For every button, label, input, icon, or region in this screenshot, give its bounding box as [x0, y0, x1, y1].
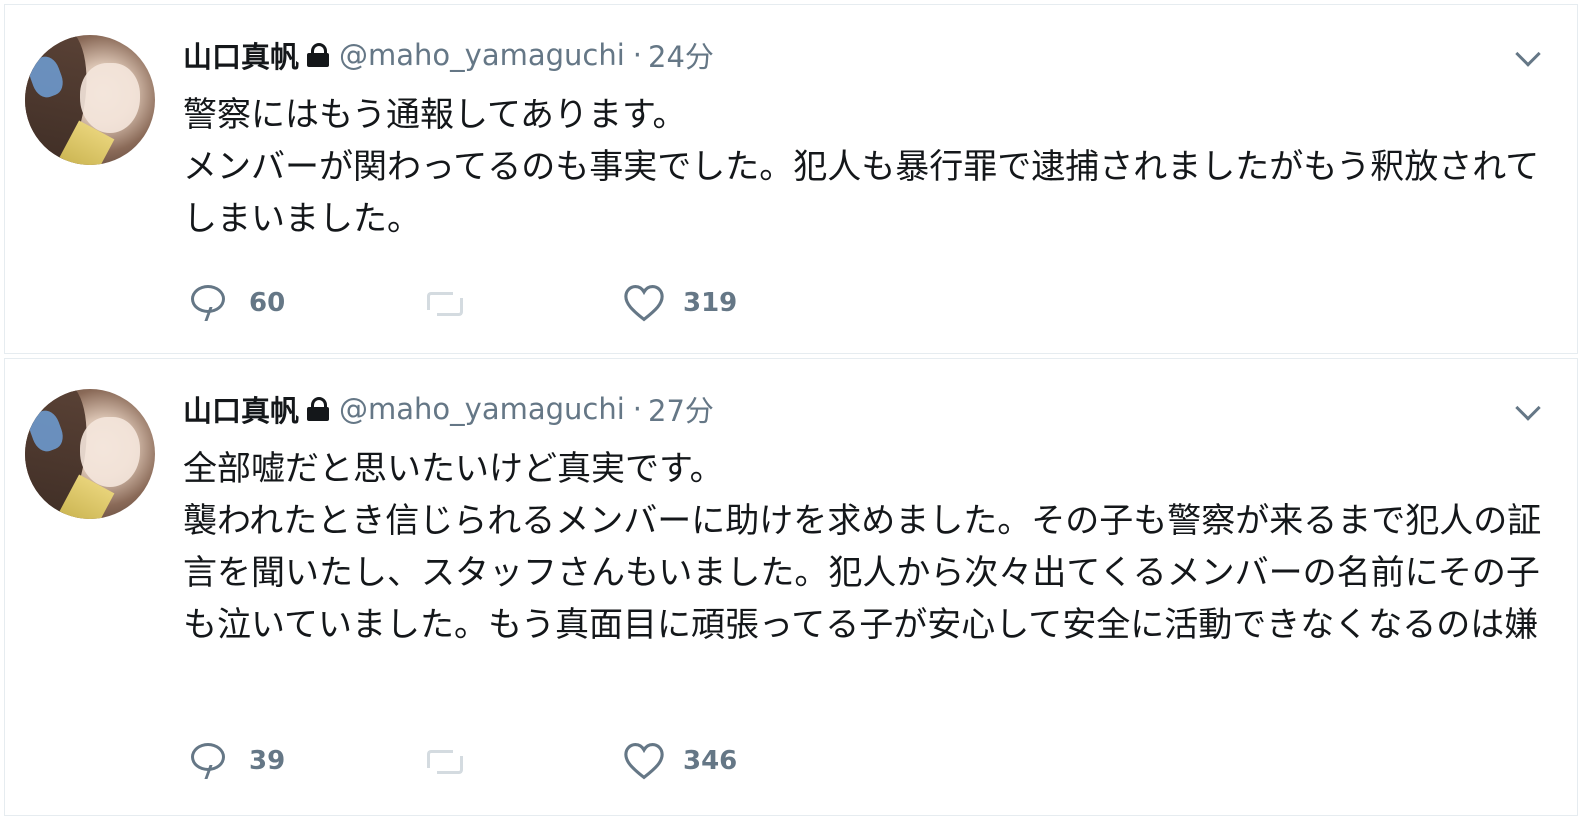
author-name[interactable]: 山口真帆 — [183, 388, 299, 430]
like-icon — [624, 743, 664, 780]
reply-count: 60 — [249, 288, 286, 318]
tweet-actions: 39 346 — [191, 741, 737, 781]
tweet-header: 山口真帆 @maho_yamaguchi · 24分 — [183, 33, 714, 77]
reply-count: 39 — [249, 746, 286, 776]
author-handle[interactable]: @maho_yamaguchi — [339, 38, 625, 72]
tweet-timeline: 山口真帆 @maho_yamaguchi · 24分 警察にはもう通報してありま… — [0, 0, 1582, 824]
lock-icon — [307, 397, 330, 421]
reply-button[interactable]: 39 — [191, 743, 423, 779]
like-icon — [624, 285, 664, 322]
author-name[interactable]: 山口真帆 — [183, 34, 299, 76]
like-button[interactable]: 319 — [623, 284, 737, 322]
reply-button[interactable]: 60 — [191, 285, 423, 321]
author-handle[interactable]: @maho_yamaguchi — [339, 392, 625, 426]
like-count: 346 — [683, 746, 738, 776]
avatar[interactable] — [25, 35, 155, 165]
tweet-header: 山口真帆 @maho_yamaguchi · 27分 — [183, 387, 714, 431]
reply-icon — [191, 285, 231, 321]
tweet[interactable]: 山口真帆 @maho_yamaguchi · 24分 警察にはもう通報してありま… — [4, 4, 1578, 354]
lock-icon — [307, 43, 330, 67]
separator-dot: · — [632, 392, 643, 426]
retweet-icon — [423, 746, 467, 776]
avatar[interactable] — [25, 389, 155, 519]
retweet-button — [423, 288, 623, 318]
retweet-button — [423, 746, 623, 776]
tweet-timestamp[interactable]: 27分 — [648, 388, 714, 430]
reply-icon — [191, 743, 231, 779]
tweet-actions: 60 319 — [191, 283, 737, 323]
tweet-text: 全部嘘だと思いたいけど真実です。 襲われたとき信じられるメンバーに助けを求めまし… — [183, 449, 1542, 645]
retweet-icon — [423, 288, 467, 318]
chevron-down-icon[interactable] — [1515, 395, 1541, 421]
tweet-timestamp[interactable]: 24分 — [648, 34, 714, 76]
like-button[interactable]: 346 — [623, 742, 737, 780]
tweet-text: 警察にはもう通報してあります。 メンバーが関わってるのも事実でした。犯人も暴行罪… — [183, 95, 1540, 239]
like-count: 319 — [683, 288, 738, 318]
separator-dot: · — [632, 38, 643, 72]
chevron-down-icon[interactable] — [1515, 41, 1541, 67]
tweet[interactable]: 山口真帆 @maho_yamaguchi · 27分 全部嘘だと思いたいけど真実… — [4, 358, 1578, 816]
